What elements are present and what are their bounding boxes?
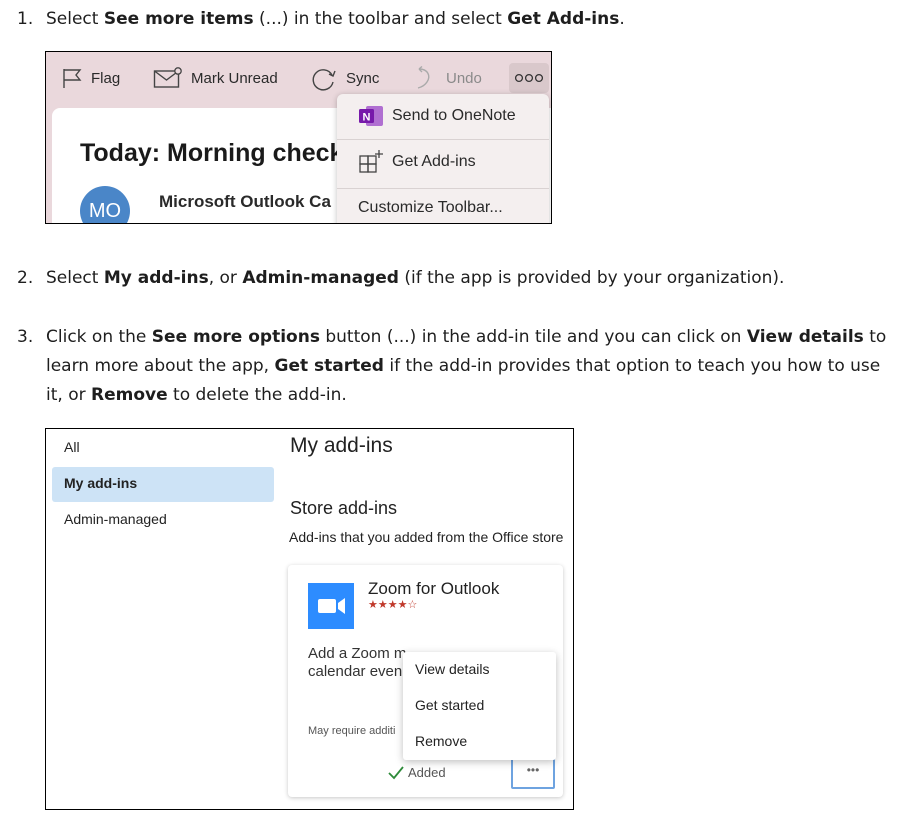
step-text: Select My add-ins, or Admin-managed (if … (46, 268, 785, 288)
send-to-onenote-label: Send to OneNote (392, 107, 516, 124)
menu-item-send-to-onenote[interactable]: N Send to OneNote (337, 101, 549, 131)
more-items-menu: N Send to OneNote Get Add-ins Customize … (337, 94, 549, 223)
step-text: Click on the See more options button (..… (46, 327, 887, 405)
more-icon (514, 73, 544, 83)
step-number: 2. (17, 268, 34, 288)
customize-toolbar-label: Customize Toolbar... (358, 199, 503, 216)
zoom-logo-icon (308, 583, 354, 629)
flag-label: Flag (91, 69, 121, 87)
email-sender: Microsoft Outlook Ca (159, 192, 331, 211)
menu-item-customize-toolbar[interactable]: Customize Toolbar... (337, 194, 549, 222)
add-in-options-menu: View details Get started Remove (403, 652, 556, 760)
step-text: Select See more items (...) in the toolb… (46, 9, 625, 29)
menu-divider (337, 188, 549, 189)
menu-item-get-add-ins[interactable]: Get Add-ins (337, 146, 549, 178)
sync-label: Sync (346, 69, 380, 87)
page-title: My add-ins (290, 434, 393, 457)
added-status: Added (388, 765, 446, 780)
get-add-ins-icon (359, 150, 383, 173)
email-subject: Today: Morning check (80, 139, 344, 167)
checkmark-icon (388, 765, 404, 779)
store-add-ins-description: Add-ins that you added from the Office s… (289, 529, 564, 545)
onenote-icon: N (359, 106, 383, 126)
mark-unread-label: Mark Unread (191, 69, 278, 87)
menu-divider (337, 139, 549, 140)
rating-stars: ★★★★☆ (368, 599, 418, 611)
mark-unread-button[interactable]: Mark Unread (153, 52, 278, 104)
get-add-ins-label: Get Add-ins (392, 153, 476, 170)
nav-item-all[interactable]: All (64, 439, 80, 455)
sync-icon (312, 69, 336, 91)
step-number: 3. (17, 327, 34, 347)
flag-icon (63, 69, 82, 88)
outlook-toolbar-screenshot: Flag Mark Unread Sync Undo Today: Mornin… (45, 51, 552, 224)
nav-item-admin-managed[interactable]: Admin-managed (64, 511, 167, 527)
nav-item-my-add-ins[interactable]: My add-ins (64, 475, 137, 491)
store-add-ins-heading: Store add-ins (290, 498, 398, 518)
added-label: Added (408, 765, 446, 780)
menu-item-view-details[interactable]: View details (415, 661, 489, 677)
undo-icon (417, 66, 430, 89)
my-add-ins-screenshot: All My add-ins Admin-managed My add-ins … (45, 428, 574, 810)
menu-item-get-started[interactable]: Get started (415, 697, 484, 713)
add-in-name: Zoom for Outlook (368, 579, 500, 598)
svg-text:N: N (363, 112, 371, 124)
menu-item-remove[interactable]: Remove (415, 733, 467, 749)
see-more-items-button[interactable] (509, 63, 549, 93)
mail-icon (153, 67, 182, 88)
flag-button[interactable]: Flag (61, 52, 120, 104)
step-number: 1. (17, 9, 34, 29)
requirement-note: May require additi (308, 725, 396, 737)
undo-label: Undo (446, 69, 482, 87)
